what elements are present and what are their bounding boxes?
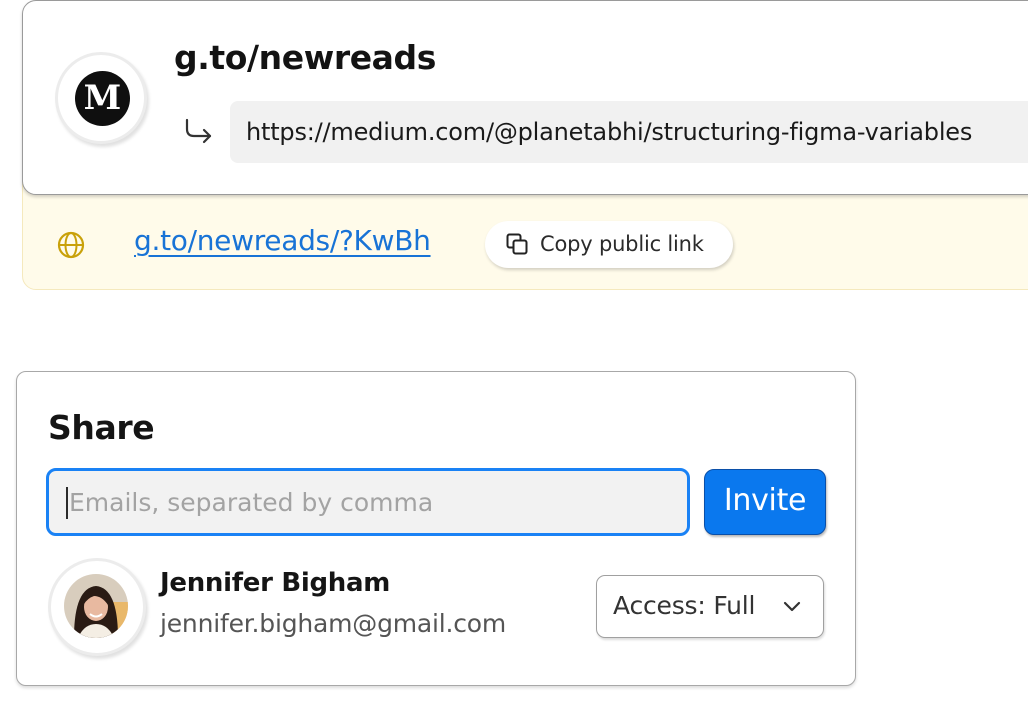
email-input[interactable] [46, 468, 690, 536]
copy-public-link-button[interactable]: Copy public link [485, 221, 733, 268]
redirect-arrow-icon [185, 118, 212, 144]
chevron-down-icon [783, 601, 801, 612]
access-dropdown[interactable]: Access: Full [596, 575, 824, 638]
copy-icon [506, 233, 528, 255]
short-url-title: g.to/newreads [174, 38, 437, 77]
avatar [64, 574, 128, 638]
user-name: Jennifer Bigham [160, 568, 391, 598]
copy-button-label: Copy public link [540, 232, 704, 256]
access-label: Access: Full [613, 591, 756, 620]
invite-button[interactable]: Invite [704, 469, 826, 535]
user-email: jennifer.bigham@gmail.com [160, 609, 507, 638]
destination-url-field[interactable]: https://medium.com/@planetabhi/structuri… [230, 101, 1028, 163]
link-card [22, 0, 1028, 195]
share-title: Share [48, 408, 155, 447]
globe-icon [57, 231, 85, 259]
medium-logo-icon: M [75, 71, 130, 126]
text-caret [66, 487, 68, 519]
public-link[interactable]: g.to/newreads/?KwBh [134, 224, 431, 257]
